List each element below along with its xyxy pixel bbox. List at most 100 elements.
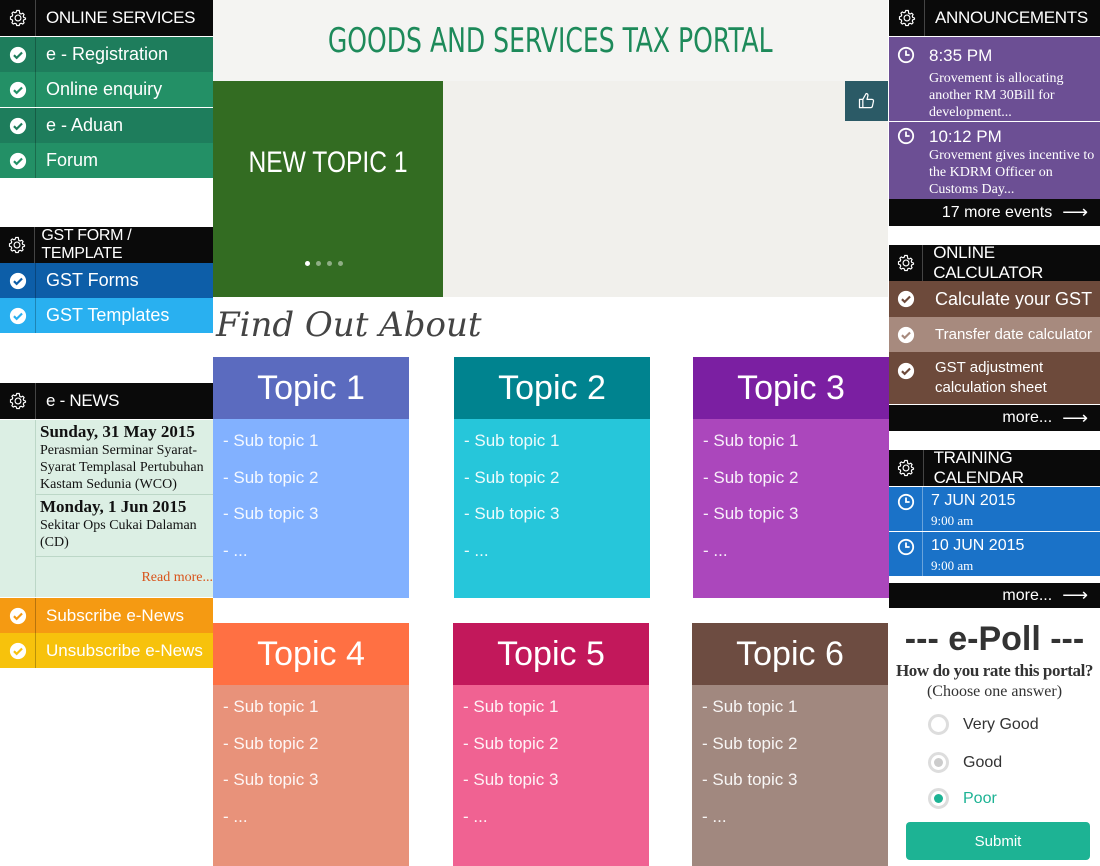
- poll-question: How do you rate this portal?: [895, 661, 1094, 680]
- sidebar-item-label: Forum: [46, 150, 99, 170]
- gst-adjustment-sheet-link[interactable]: GST adjustment calculation sheet: [889, 352, 1100, 404]
- poll-option-very-good[interactable]: Very Good: [928, 714, 1039, 735]
- sidebar-item-forum[interactable]: Forum: [0, 143, 213, 178]
- topic-card[interactable]: Topic 6 - Sub topic 1 - Sub topic 2 - Su…: [692, 623, 888, 866]
- enews-read-more-link[interactable]: Read more...: [141, 570, 213, 586]
- check-circle-icon: [889, 352, 923, 380]
- radio-button[interactable]: [928, 752, 949, 773]
- sub-topic-link[interactable]: - ...: [463, 807, 649, 844]
- calculator-header: ONLINE CALCULATOR: [889, 243, 1100, 282]
- sidebar-item-e-aduan[interactable]: e - Aduan: [0, 108, 213, 143]
- training-date: 7 JUN 2015: [931, 492, 1016, 509]
- training-more-link[interactable]: more... ⟶: [889, 583, 1100, 608]
- sidebar-item-label: e - Registration: [46, 44, 169, 64]
- sub-topic-link[interactable]: - Sub topic 1: [223, 431, 409, 468]
- sub-topic-link[interactable]: - Sub topic 2: [464, 468, 650, 505]
- topic-card[interactable]: Topic 1 - Sub topic 1 - Sub topic 2 - Su…: [213, 357, 409, 598]
- check-circle-icon: [0, 598, 36, 633]
- transfer-date-calculator-link[interactable]: Transfer date calculator: [889, 317, 1100, 352]
- announcement-item[interactable]: 10:12 PM Grovement gives incentive to th…: [889, 122, 1100, 199]
- topic-title[interactable]: Topic 1: [213, 357, 409, 419]
- unsubscribe-enews-button[interactable]: Unsubscribe e-News: [0, 633, 213, 668]
- poll-submit-button[interactable]: Submit: [906, 822, 1090, 860]
- check-circle-icon: [0, 143, 36, 178]
- announcement-item[interactable]: 8:35 PM Grovement is allocating another …: [889, 37, 1100, 121]
- topic-title[interactable]: Topic 6: [692, 623, 888, 685]
- gear-icon[interactable]: [889, 450, 924, 486]
- enews-entry[interactable]: Monday, 1 Jun 2015 Sekitar Ops Cukai Dal…: [40, 497, 212, 551]
- slider-dots: [305, 261, 343, 266]
- check-circle-icon: [0, 72, 36, 107]
- gear-icon[interactable]: [0, 0, 36, 36]
- sub-topic-link[interactable]: - ...: [703, 541, 889, 578]
- sub-topic-link[interactable]: - Sub topic 2: [223, 734, 409, 771]
- sub-topic-link[interactable]: - Sub topic 2: [702, 734, 888, 771]
- announcements-more-link[interactable]: 17 more events ⟶: [889, 199, 1100, 226]
- sub-topic-link[interactable]: - Sub topic 3: [702, 770, 888, 807]
- topic-card[interactable]: Topic 2 - Sub topic 1 - Sub topic 2 - Su…: [454, 357, 650, 598]
- sub-topic-link[interactable]: - Sub topic 1: [464, 431, 650, 468]
- slider-dot[interactable]: [316, 261, 321, 266]
- topic-title[interactable]: Topic 5: [453, 623, 649, 685]
- sidebar-item-label: e - Aduan: [46, 115, 124, 135]
- sidebar-item-gst-templates[interactable]: GST Templates: [0, 298, 213, 333]
- slider-dot[interactable]: [327, 261, 332, 266]
- training-item[interactable]: 10 JUN 2015 9:00 am: [889, 532, 1100, 576]
- sub-topic-link[interactable]: - ...: [223, 541, 409, 578]
- sub-topic-link[interactable]: - Sub topic 1: [703, 431, 889, 468]
- sub-topic-link[interactable]: - ...: [702, 807, 888, 844]
- sub-topic-link[interactable]: - Sub topic 2: [703, 468, 889, 505]
- check-circle-icon: [0, 263, 36, 298]
- topic-card[interactable]: Topic 3 - Sub topic 1 - Sub topic 2 - Su…: [693, 357, 889, 598]
- gear-icon[interactable]: [889, 245, 924, 281]
- topic-card[interactable]: Topic 4 - Sub topic 1 - Sub topic 2 - Su…: [213, 623, 409, 866]
- slider-slide[interactable]: NEW TOPIC 1: [213, 81, 443, 297]
- subscribe-enews-button[interactable]: Subscribe e-News: [0, 598, 213, 633]
- sub-topic-link[interactable]: - Sub topic 1: [223, 697, 409, 734]
- enews-date: Monday, 1 Jun 2015: [40, 497, 187, 516]
- topic-title[interactable]: Topic 3: [693, 357, 889, 419]
- sub-topic-link[interactable]: - Sub topic 2: [223, 468, 409, 505]
- topic-card[interactable]: Topic 5 - Sub topic 1 - Sub topic 2 - Su…: [453, 623, 649, 866]
- calculator-more-link[interactable]: more... ⟶: [889, 405, 1100, 431]
- sidebar-item-gst-forms[interactable]: GST Forms: [0, 263, 213, 298]
- sub-topic-link[interactable]: - Sub topic 1: [463, 697, 649, 734]
- calc-item-label: Transfer date calculator: [935, 326, 1093, 343]
- enews-date: Sunday, 31 May 2015: [40, 422, 195, 441]
- sidebar-item-online-enquiry[interactable]: Online enquiry: [0, 72, 213, 107]
- training-title: TRAINING CALENDAR: [933, 448, 1024, 487]
- sub-topic-link[interactable]: - Sub topic 3: [223, 504, 409, 541]
- sub-topic-link[interactable]: - Sub topic 3: [464, 504, 650, 541]
- online-services-title: ONLINE SERVICES: [46, 8, 196, 27]
- poll-option-poor[interactable]: Poor: [928, 788, 997, 809]
- more-label: more...: [1002, 586, 1053, 604]
- enews-header: e - NEWS: [0, 383, 213, 419]
- like-button[interactable]: [845, 81, 888, 121]
- announcement-text: Grovement gives incentive to the KDRM Of…: [929, 148, 1095, 197]
- enews-entry[interactable]: Sunday, 31 May 2015 Perasmian Serminar S…: [40, 422, 212, 493]
- sub-topic-link[interactable]: - Sub topic 3: [223, 770, 409, 807]
- sub-topic-link[interactable]: - Sub topic 3: [463, 770, 649, 807]
- radio-button[interactable]: [928, 714, 949, 735]
- poll-option-good[interactable]: Good: [928, 752, 1002, 773]
- gear-icon[interactable]: [0, 227, 36, 263]
- arrow-right-icon: ⟶: [1062, 202, 1088, 222]
- sub-topic-link[interactable]: - Sub topic 2: [463, 734, 649, 771]
- training-header: TRAINING CALENDAR: [889, 448, 1100, 487]
- sidebar-item-e-registration[interactable]: e - Registration: [0, 37, 213, 72]
- gear-icon[interactable]: [889, 0, 925, 36]
- sub-topic-link[interactable]: - Sub topic 1: [702, 697, 888, 734]
- training-item[interactable]: 7 JUN 2015 9:00 am: [889, 487, 1100, 531]
- unsubscribe-label: Unsubscribe e-News: [46, 640, 203, 660]
- sub-topic-link[interactable]: - ...: [464, 541, 650, 578]
- calculate-gst-link[interactable]: Calculate your GST: [889, 281, 1100, 317]
- clock-icon: [889, 46, 923, 64]
- slider-dot[interactable]: [305, 261, 310, 266]
- topic-title[interactable]: Topic 4: [213, 623, 409, 685]
- slider-dot[interactable]: [338, 261, 343, 266]
- topic-title[interactable]: Topic 2: [454, 357, 650, 419]
- sub-topic-link[interactable]: - Sub topic 3: [703, 504, 889, 541]
- gear-icon[interactable]: [0, 383, 36, 419]
- sub-topic-link[interactable]: - ...: [223, 807, 409, 844]
- radio-button[interactable]: [928, 788, 949, 809]
